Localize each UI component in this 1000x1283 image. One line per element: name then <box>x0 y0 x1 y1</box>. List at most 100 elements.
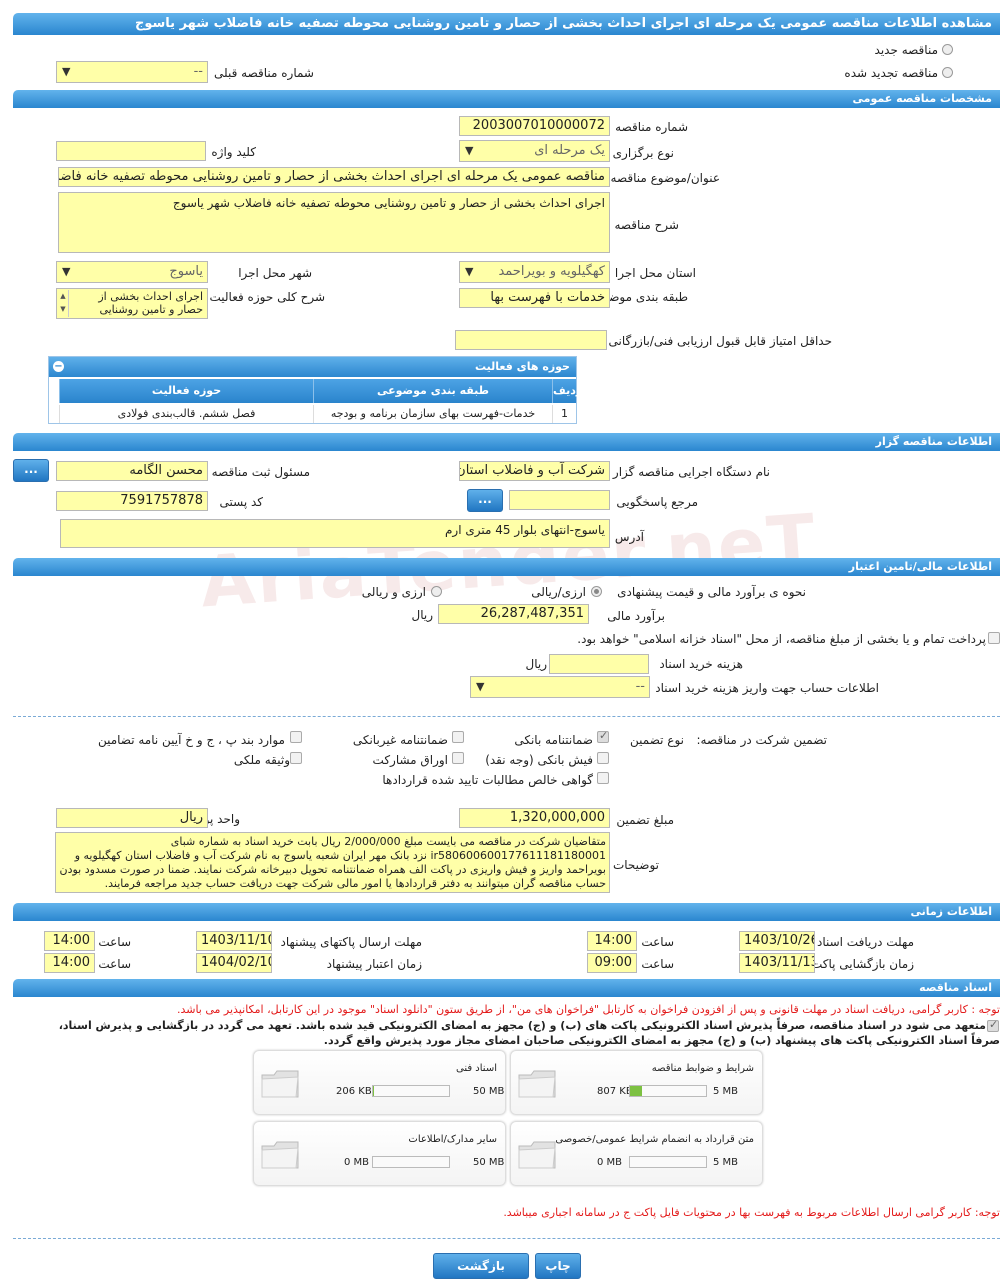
file-max-size: 50 MB <box>473 1157 505 1168</box>
reference-label: مرجع پاسخگویی <box>616 495 698 509</box>
scope-field[interactable]: اجرای احداث بخشی از حصار و تامین روشنایی <box>56 288 208 319</box>
nonbank-guarantee-checkbox[interactable] <box>452 731 464 743</box>
guarantee-type-label: نوع تضمین <box>630 733 684 747</box>
file-name: متن قرارداد به انضمام شرایط عمومی/خصوصی <box>555 1134 754 1145</box>
city-select[interactable]: ▼ یاسوج <box>56 261 208 283</box>
file-card-contract[interactable]: متن قرارداد به انضمام شرایط عمومی/خصوصی … <box>510 1121 763 1186</box>
renewed-tender-label: مناقصه تجدید شده <box>844 66 938 80</box>
commit-text-1: متعهد می شود در اسناد مناقصه، صرفاً پذیر… <box>58 1019 986 1032</box>
keyword-label: کلید واژه <box>211 145 256 159</box>
collapse-icon[interactable]: − <box>53 361 64 372</box>
chevron-down-icon: ▼ <box>62 265 71 278</box>
bonds-checkbox[interactable] <box>452 752 464 764</box>
doc-cost-label: هزینه خرید اسناد <box>659 657 743 671</box>
account-select[interactable]: ▼ -- <box>470 676 650 698</box>
doc-cost-unit: ریال <box>525 657 547 671</box>
print-button[interactable]: چاپ <box>535 1253 581 1279</box>
method-radio-2[interactable] <box>431 586 442 597</box>
notes-label: توضیحات <box>612 858 659 872</box>
send-deadline-time: 14:00 <box>44 931 95 951</box>
folder-icon <box>261 1141 299 1169</box>
prev-number-select[interactable]: ▼ -- <box>56 61 208 83</box>
doc-cost-field <box>549 654 649 674</box>
description-field: اجرای احداث بخشی از حصار و تامین روشنایی… <box>58 192 610 253</box>
account-label: اطلاعات حساب جهت واریز هزینه خرید اسناد <box>655 681 879 695</box>
bank-guarantee-checkbox[interactable] <box>597 729 609 743</box>
description-label: شرح مناقصه <box>614 218 679 232</box>
section-organizer: اطلاعات مناقصه گزار <box>13 433 1000 451</box>
min-score-field <box>455 330 607 350</box>
cell-category: خدمات-فهرست بهای سازمان برنامه و بودجه <box>313 405 552 423</box>
province-label: استان محل اجرا <box>614 266 696 280</box>
holding-type-label: نوع برگزاری <box>612 146 674 160</box>
file-name: اسناد فنی <box>456 1063 497 1074</box>
reference-lookup-button[interactable]: ... <box>467 489 503 512</box>
col-category-header: طبقه بندی موضوعی <box>313 379 552 403</box>
file-progress-bar <box>629 1156 707 1168</box>
divider <box>13 716 1000 717</box>
scope-label: شرح کلی حوزه فعالیت <box>209 290 326 304</box>
section-finance: اطلاعات مالی/تامین اعتبار <box>13 558 1000 576</box>
send-deadline-date: 1403/11/10 <box>196 931 272 951</box>
file-card-other[interactable]: سایر مدارک/اطلاعات 0 MB 50 MB <box>253 1121 506 1186</box>
doc-receive-label: مهلت دریافت اسناد <box>816 935 914 949</box>
opening-time: 09:00 <box>587 953 637 973</box>
doc-receive-time: 14:00 <box>587 931 637 951</box>
method-radio-1[interactable] <box>591 586 602 597</box>
opening-date: 1403/11/13 <box>739 953 815 973</box>
validity-time: 14:00 <box>44 953 95 973</box>
file-max-size: 5 MB <box>713 1157 739 1168</box>
renewed-tender-radio[interactable] <box>942 67 953 78</box>
new-tender-label: مناقصه جدید <box>874 43 938 57</box>
estimate-label: برآورد مالی <box>607 609 665 623</box>
guarantee-amount-field: 1,320,000,000 <box>459 808 610 828</box>
address-label: آدرس <box>614 530 644 544</box>
file-progress-bar <box>372 1156 450 1168</box>
cash-label: فیش بانکی (وجه نقد) <box>485 753 593 767</box>
registrar-label: مسئول ثبت مناقصه <box>211 465 310 479</box>
holding-type-select[interactable]: ▼ یک مرحله ای <box>459 140 610 162</box>
scroll-arrows-icon[interactable]: ▲ ▼ <box>58 290 69 317</box>
send-time-label: ساعت <box>98 935 131 949</box>
prev-number-label: شماره مناقصه قبلی <box>214 66 314 80</box>
province-select[interactable]: ▼ کهگیلویه و بویراحمد <box>459 261 610 283</box>
folder-icon <box>518 1070 556 1098</box>
registrar-field: محسن الگامه <box>56 461 208 481</box>
address-field: یاسوج-انتهای بلوار 45 متری ارم <box>60 519 610 548</box>
file-used-size: 0 MB <box>344 1157 370 1168</box>
treasury-text: پرداخت تمام و یا بخشی از مبلغ مناقصه، از… <box>577 632 986 646</box>
cash-checkbox[interactable] <box>597 752 609 764</box>
postal-code-label: کد پستی <box>219 495 264 509</box>
keyword-field[interactable] <box>56 141 206 161</box>
validity-date: 1404/02/10 <box>196 953 272 973</box>
subject-field: مناقصه عمومی یک مرحله ای اجرای احداث بخش… <box>58 167 610 187</box>
claims-label: گواهی خالص مطالبات تایید شده قراردادها <box>382 773 593 787</box>
property-label: وثیقه ملکی <box>233 753 290 767</box>
file-progress-bar <box>629 1085 707 1097</box>
property-checkbox[interactable] <box>290 752 302 764</box>
registrar-lookup-button[interactable]: ... <box>13 459 49 482</box>
chevron-down-icon: ▼ <box>62 65 71 78</box>
treasury-checkbox[interactable] <box>988 632 1000 644</box>
section-timing: اطلاعات زمانی <box>13 903 1000 921</box>
estimate-unit: ریال <box>411 608 433 622</box>
commit-checkbox[interactable] <box>987 1018 999 1032</box>
method-option-1: ارزی/ریالی <box>531 585 586 599</box>
file-card-technical[interactable]: اسناد فنی 206 KB 50 MB <box>253 1050 506 1115</box>
guarantee-amount-label: مبلغ تضمین <box>616 813 674 827</box>
file-used-size: 206 KB <box>336 1086 372 1097</box>
clauses-checkbox[interactable] <box>290 731 302 743</box>
claims-checkbox[interactable] <box>597 772 609 784</box>
file-used-size: 807 KB <box>597 1086 633 1097</box>
new-tender-radio[interactable] <box>942 44 953 55</box>
guarantee-label: تضمین شرکت در مناقصه: <box>696 733 827 747</box>
estimate-field: 26,287,487,351 <box>438 604 589 624</box>
back-button[interactable]: بازگشت <box>433 1253 529 1279</box>
currency-field: ریال <box>56 808 208 828</box>
file-card-conditions[interactable]: شرایط و ضوابط مناقصه 807 KB 5 MB <box>510 1050 763 1115</box>
activities-grid: حوزه های فعالیت − ردیف طبقه بندی موضوعی … <box>48 356 582 424</box>
nonbank-guarantee-label: ضمانتنامه غیربانکی <box>352 733 448 747</box>
agency-label: نام دستگاه اجرایی مناقصه گزار <box>612 465 770 479</box>
estimate-method-label: نحوه ی برآورد مالی و قیمت پیشنهادی <box>617 585 806 599</box>
file-max-size: 5 MB <box>713 1086 739 1097</box>
